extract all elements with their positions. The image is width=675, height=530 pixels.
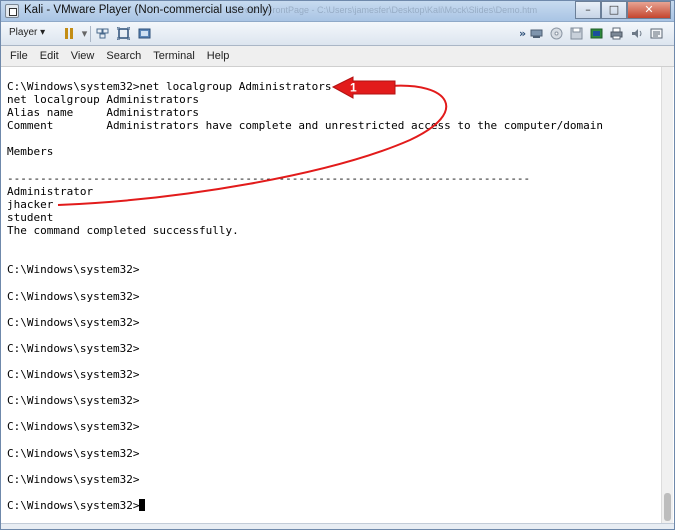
terminal-line: Alias name Administrators [7,106,200,120]
menu-view[interactable]: View [65,50,101,62]
menu-edit[interactable]: Edit [34,50,65,62]
menu-search[interactable]: Search [100,50,147,62]
network-icon[interactable] [530,27,543,40]
fit-guest-icon[interactable] [116,26,131,41]
terminal-line: C:\Windows\system32> [7,368,140,382]
terminal-menubar: File Edit View Search Terminal Help [0,46,675,67]
menu-terminal[interactable]: Terminal [147,50,201,62]
terminal-line: C:\Windows\system32> [7,446,140,460]
close-button[interactable]: ✕ [627,1,671,19]
unity-icon[interactable] [138,27,151,40]
terminal-line: C:\Windows\system32> [7,472,140,486]
terminal-line: C:\Windows\system32>net localgroup Admin… [7,80,332,93]
terminal-line: Administrator [7,184,94,198]
scrollbar-thumb[interactable] [664,493,671,521]
message-icon[interactable] [650,27,663,40]
more-arrow-icon[interactable]: » [516,27,529,40]
send-ctrl-alt-del-icon[interactable] [96,27,109,40]
maximize-button[interactable]: □ [601,1,627,19]
menu-help[interactable]: Help [201,50,236,62]
window-bottom-edge [0,523,675,530]
terminal-scrollbar[interactable] [661,67,673,523]
pause-icon[interactable] [64,27,75,40]
terminal-line: C:\Windows\system32> [7,263,140,277]
vmware-toolbar: Player ▾ ▾ » [0,22,675,46]
title-bar: Kali - VMware Player (Non-commercial use… [0,0,675,22]
terminal-line: jhacker [7,197,54,211]
terminal-line: C:\Windows\system32> [7,315,140,329]
sound-icon[interactable] [630,27,643,40]
terminal-line: net localgroup Administrators [7,93,200,107]
cd-icon[interactable] [550,27,563,40]
floppy-icon[interactable] [570,27,583,40]
terminal-line: student [7,210,54,224]
menu-file[interactable]: File [4,50,34,62]
player-menu-button[interactable]: Player ▾ [9,27,45,38]
terminal-line: C:\Windows\system32> [7,394,140,408]
terminal-line: C:\Windows\system32> [7,499,603,512]
terminal-line: C:\Windows\system32> [7,341,140,355]
terminal-line: C:\Windows\system32> [7,420,140,434]
terminal-line: Comment Administrators have complete and… [7,119,604,133]
terminal-line: C:\Windows\system32> [7,289,140,303]
usb-icon[interactable] [590,27,603,40]
minimize-button[interactable]: – [575,1,601,19]
printer-icon[interactable] [610,27,623,40]
terminal-line: The command completed successfully. [7,224,239,238]
terminal-line: ----------------------------------------… [7,171,531,185]
terminal-output[interactable]: C:\Windows\system32> net localgroup Admin… [0,67,661,523]
background-window-title: Microsoft FrontPage - C:\Users\jamesfer\… [228,5,538,15]
vmware-app-icon [5,4,19,18]
terminal-cursor [139,499,146,511]
terminal-line: Members [7,145,54,159]
